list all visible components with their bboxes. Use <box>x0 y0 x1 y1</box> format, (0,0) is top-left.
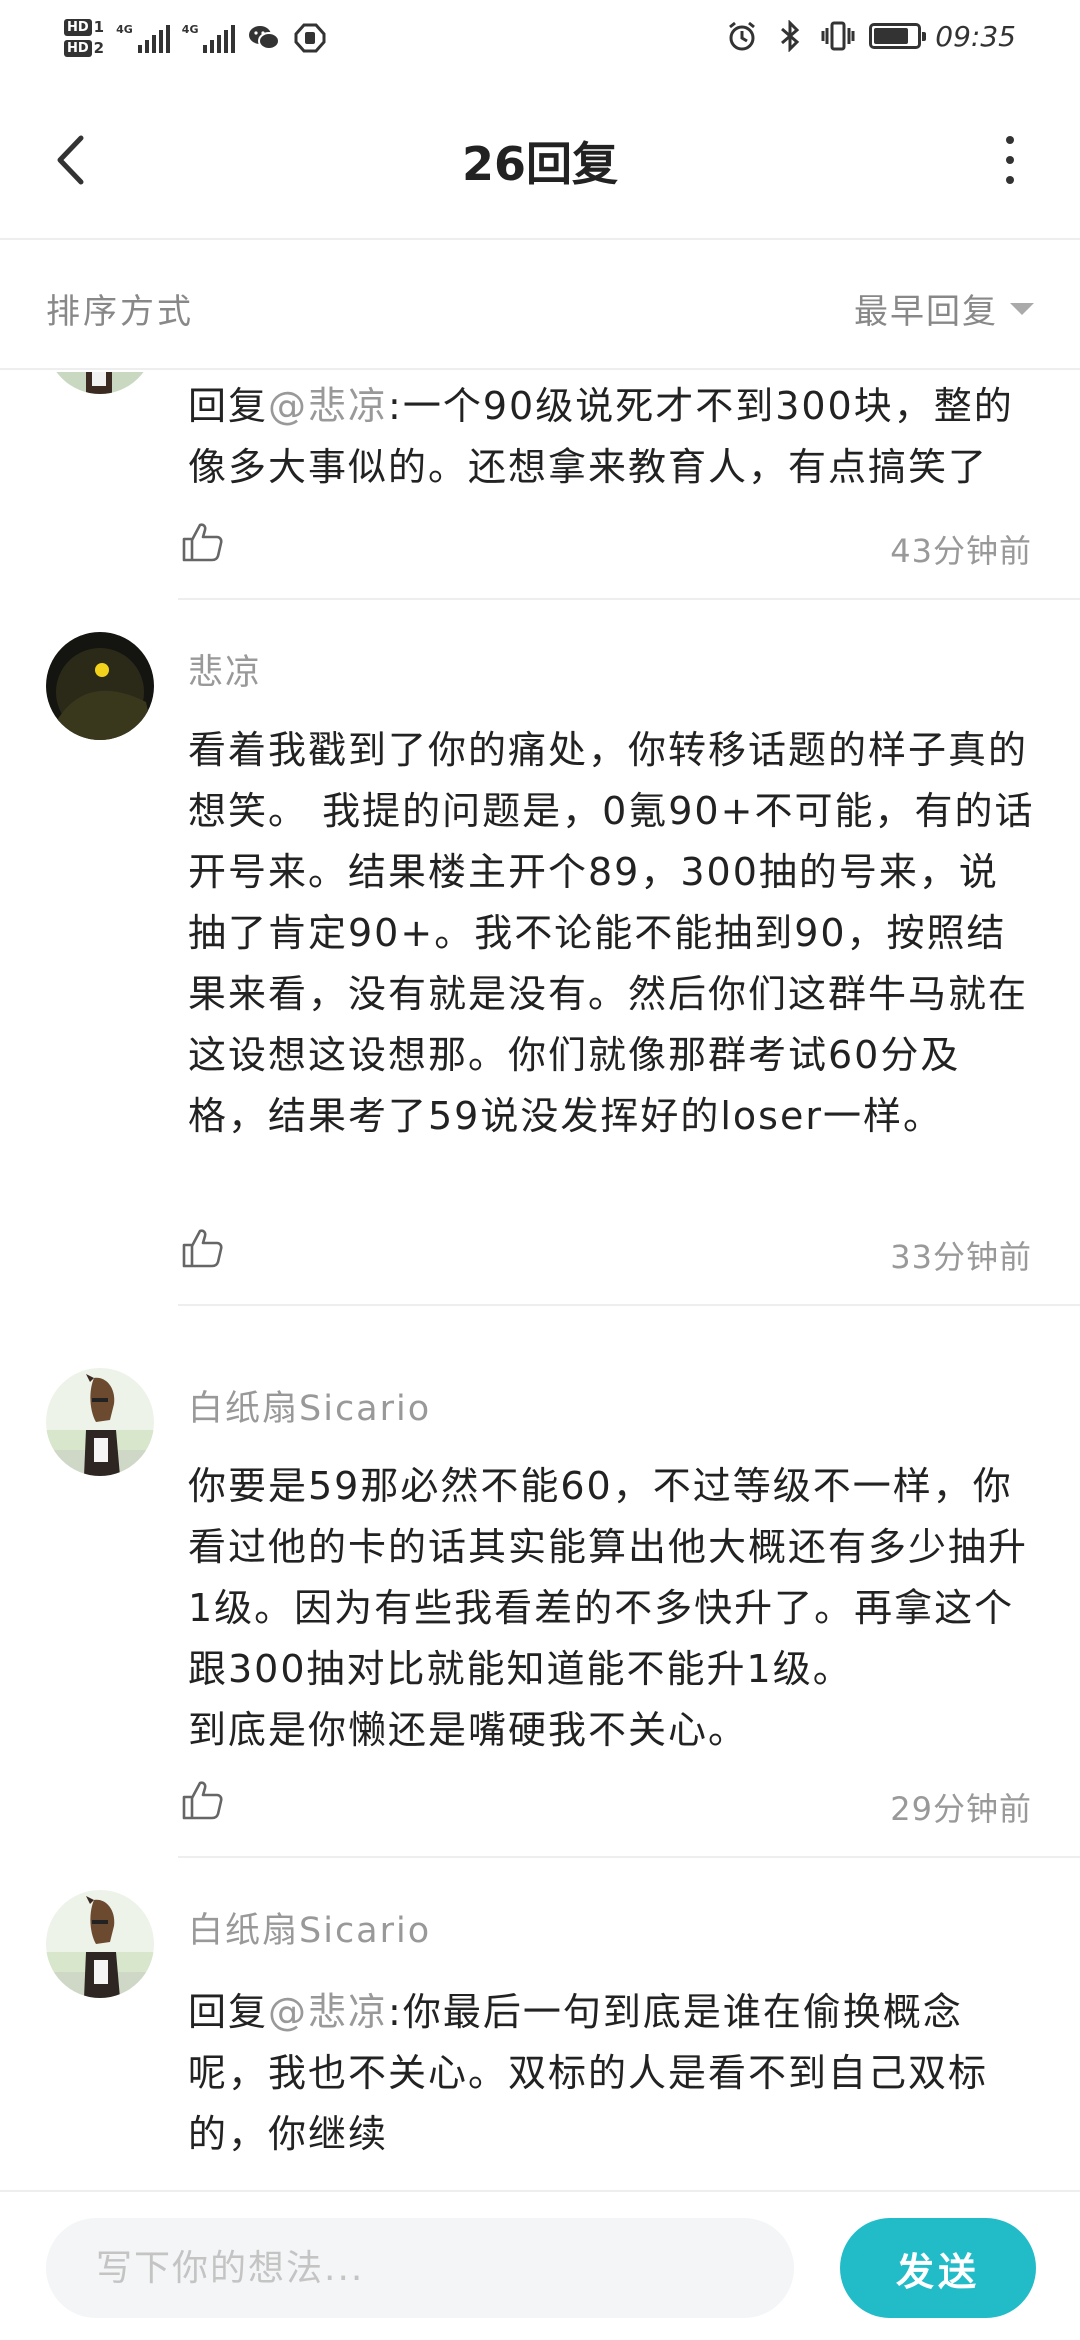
reply-item: 白纸扇Sicario 你要是59那必然不能60，不过等级不一样，你看过他的卡的话… <box>0 1336 1080 1858</box>
mention-link[interactable]: @悲凉 <box>268 1990 388 2034</box>
mention-link[interactable]: @悲凉 <box>268 384 388 428</box>
sort-bar: 排序方式 最早回复 <box>0 242 1080 370</box>
thumbs-up-icon[interactable] <box>180 1226 230 1276</box>
battery-icon <box>869 23 927 49</box>
status-left: HD 1 HD 2 4G 4G <box>64 8 327 68</box>
author-name[interactable]: 白纸扇Sicario <box>188 1380 431 1431</box>
reply-meta: 29分钟前 <box>180 1778 1032 1838</box>
status-right: 09:35 <box>725 14 1016 58</box>
reply-list[interactable]: 回复@悲凉:一个90级说死才不到300块，整的像多大事似的。还想拿来教育人，有点… <box>0 372 1080 2192</box>
more-dot <box>1006 176 1014 184</box>
thumbs-up-icon[interactable] <box>180 520 230 570</box>
author-name[interactable]: 白纸扇Sicario <box>188 1902 431 1953</box>
reply-content: 你要是59那必然不能60，不过等级不一样，你看过他的卡的话其实能算出他大概还有多… <box>188 1464 1029 1752</box>
signal-2-icon: 4G <box>182 23 236 53</box>
app-header: 26回复 <box>0 80 1080 240</box>
avatar[interactable] <box>46 1368 154 1476</box>
avatar[interactable] <box>46 372 154 394</box>
author-name[interactable]: 悲凉 <box>188 644 262 695</box>
reply-content: 回复@悲凉:你最后一句到底是谁在偷换概念呢，我也不关心。双标的人是看不到自己双标… <box>188 1990 989 2156</box>
page-title: 26回复 <box>461 137 618 191</box>
sim-indicators: HD 1 HD 2 <box>64 19 104 57</box>
more-dot <box>1006 156 1014 164</box>
divider <box>178 1304 1080 1306</box>
status-bar: HD 1 HD 2 4G 4G 09:35 <box>0 0 1080 80</box>
bluetooth-icon <box>773 19 807 53</box>
status-time: 09:35 <box>935 19 1016 53</box>
more-options-button[interactable] <box>1000 136 1020 184</box>
reply-content: 看着我戳到了你的痛处，你转移话题的样子真的想笑。 我提的问题是，0氪90+不可能… <box>188 728 1035 1138</box>
vibrate-icon <box>821 19 855 53</box>
composer-bar: 发送 <box>0 2190 1080 2340</box>
signal-1-icon: 4G <box>116 23 170 53</box>
shield-icon <box>293 21 327 55</box>
battery-fill <box>874 28 908 44</box>
caret-down-icon <box>1010 302 1034 315</box>
reply-meta: 43分钟前 <box>180 520 1032 580</box>
comment-input[interactable] <box>46 2218 794 2318</box>
send-button[interactable]: 发送 <box>840 2218 1036 2318</box>
sort-dropdown[interactable]: 最早回复 <box>854 284 1034 333</box>
reply-item: 白纸扇Sicario 回复@悲凉:你最后一句到底是谁在偷换概念呢，我也不关心。双… <box>0 1858 1080 2192</box>
reply-time: 33分钟前 <box>890 1238 1032 1276</box>
reply-time: 43分钟前 <box>890 532 1032 570</box>
sort-selected-value: 最早回复 <box>854 292 998 332</box>
sim2-indicator: HD 2 <box>64 40 104 57</box>
alarm-icon <box>725 19 759 53</box>
reply-content: 回复@悲凉:一个90级说死才不到300块，整的像多大事似的。还想拿来教育人，有点… <box>188 384 1014 489</box>
reply-item: 悲凉 看着我戳到了你的痛处，你转移话题的样子真的想笑。 我提的问题是，0氪90+… <box>0 600 1080 1306</box>
sim1-indicator: HD 1 <box>64 19 104 36</box>
sort-label: 排序方式 <box>46 292 194 332</box>
thumbs-up-icon[interactable] <box>180 1778 230 1828</box>
reply-item: 回复@悲凉:一个90级说死才不到300块，整的像多大事似的。还想拿来教育人，有点… <box>0 372 1080 602</box>
wechat-icon <box>247 21 281 55</box>
more-dot <box>1006 136 1014 144</box>
reply-meta: 33分钟前 <box>180 1226 1032 1286</box>
reply-time: 29分钟前 <box>890 1790 1032 1828</box>
avatar[interactable] <box>46 1890 154 1998</box>
avatar[interactable] <box>46 632 154 740</box>
